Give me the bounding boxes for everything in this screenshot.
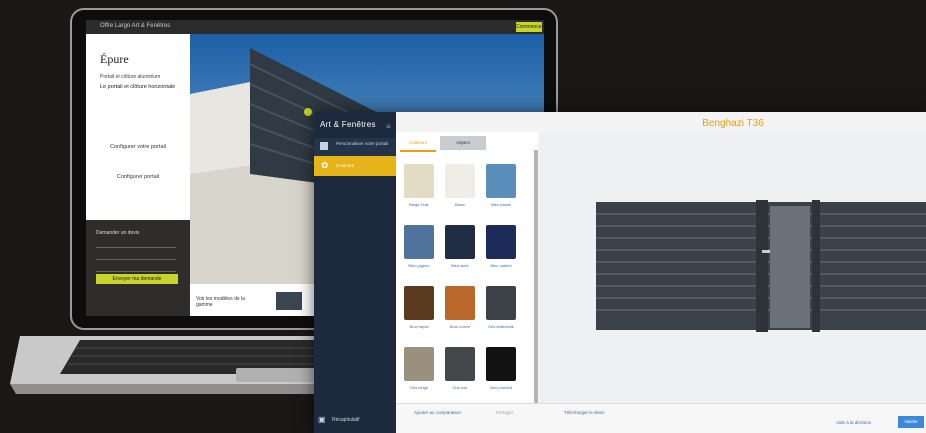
quote-field[interactable] [96, 264, 176, 272]
configurator-window: Art & Fenêtres ≡ Personnaliser votre por… [314, 112, 926, 433]
gallery-caption: Voir les modèles de la gamme [196, 296, 245, 308]
sidebar-item-customize[interactable]: Personnaliser votre portail [314, 138, 396, 156]
quote-form-title: Demander un devis [96, 230, 140, 236]
share-link[interactable]: Partager [496, 410, 513, 415]
configure-link-2[interactable]: Configurer portail [98, 174, 178, 180]
color-swatch[interactable] [486, 286, 516, 320]
sidebar-item-label: Personnaliser votre portail [336, 141, 389, 146]
site-logo: Épure [100, 52, 129, 66]
gate-preview [540, 132, 926, 422]
color-swatch-label: Brun cuivre [449, 324, 471, 329]
color-swatch-label: Bleu pigeon [408, 263, 430, 268]
configure-link[interactable]: Configurer votre portail [98, 144, 178, 150]
color-swatch[interactable] [445, 347, 475, 381]
browser-bar: Offre Largo Art & Fenêtres Commencer [86, 20, 544, 34]
color-swatch-label: Bleu marine [490, 263, 512, 268]
quote-form: Demander un devis [86, 220, 190, 316]
app-logo: Art & Fenêtres [320, 120, 376, 129]
validate-button[interactable]: Valider [898, 416, 924, 428]
color-swatch-label: Gris beige [409, 385, 429, 390]
color-swatch[interactable] [404, 347, 434, 381]
color-swatch-label: Noir profond [489, 385, 512, 390]
color-swatch-label: Bleu pastel [491, 202, 511, 207]
color-swatch[interactable] [445, 286, 475, 320]
color-swatch[interactable] [486, 164, 516, 198]
quote-field[interactable] [96, 240, 176, 248]
app-sidebar: Art & Fenêtres ≡ Personnaliser votre por… [314, 112, 396, 433]
tab-colors[interactable]: Couleurs [400, 136, 436, 152]
sidebar-item-colors[interactable]: ✿ Couleurs [314, 156, 396, 176]
site-tagline: Portail et clôture aluminium [100, 74, 161, 80]
bottom-toolbar: Ajouter au comparateur Partager Téléchar… [396, 403, 926, 433]
color-swatch-label: Brun sépia [409, 324, 429, 329]
product-title: Benghazi T36 [702, 118, 764, 129]
color-swatch-label: Gris noir [452, 385, 468, 390]
door-icon [320, 142, 328, 150]
gallery-thumb[interactable] [276, 292, 302, 310]
color-swatch-label: Bleu acier [451, 263, 469, 268]
color-swatch-label: Blanc [454, 202, 465, 207]
download-link[interactable]: Télécharger le devis [564, 410, 605, 415]
color-swatch[interactable] [445, 164, 475, 198]
help-link[interactable]: Aide à la décision [836, 420, 871, 425]
browser-cta-button[interactable]: Commencer [516, 22, 543, 32]
swatch-grid: Beige Clair Blanc Bleu pastel Bleu pigeon Bl… [404, 164, 534, 404]
compare-link[interactable]: Ajouter au comparateur [414, 410, 461, 415]
browser-tab-title[interactable]: Offre Largo Art & Fenêtres [100, 23, 170, 29]
color-swatch[interactable] [486, 225, 516, 259]
color-swatch-label: Beige Clair [409, 202, 429, 207]
quote-field[interactable] [96, 252, 176, 260]
color-tabs: Couleurs Aspect [396, 132, 538, 152]
sidebar-item-label: Couleurs [336, 163, 355, 168]
color-swatch[interactable] [445, 225, 475, 259]
send-request-button[interactable]: Envoyer ma demande [96, 274, 178, 284]
palette-icon: ✿ [321, 160, 329, 170]
color-swatch[interactable] [404, 286, 434, 320]
color-swatch[interactable] [404, 225, 434, 259]
tab-aspect[interactable]: Aspect [440, 136, 486, 150]
color-swatch[interactable] [404, 164, 434, 198]
menu-icon[interactable]: ≡ [386, 122, 391, 131]
color-swatch-label: Gris anthracite [487, 324, 514, 329]
summary-link[interactable]: Récapitulatif [332, 417, 360, 423]
summary-icon: ▣ [318, 415, 326, 424]
site-subtagline: Le portail et clôture horizontale [100, 84, 176, 90]
color-swatch[interactable] [486, 347, 516, 381]
